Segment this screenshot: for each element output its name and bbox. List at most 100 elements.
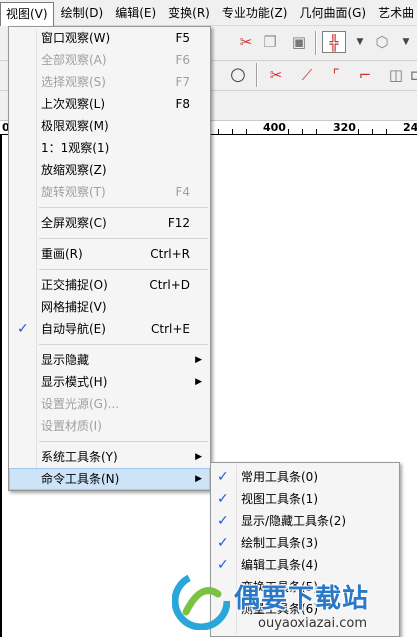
view-menu-item[interactable]: 上次观察(L) F8 — [9, 93, 210, 115]
menu-item-shortcut: F12 — [167, 216, 190, 230]
view-menu-item[interactable]: ✓ 自动导航(E) Ctrl+E — [9, 318, 210, 340]
menubar: 视图(V) 绘制(D) 编辑(E) 变换(R) 专业功能(Z) 几何曲面(G) … — [0, 0, 417, 26]
checkmark-icon: ✓ — [217, 491, 229, 507]
move-icon[interactable]: ╬ — [322, 31, 346, 53]
cut-icon[interactable]: ✂ — [234, 31, 258, 53]
menu-item-label: 自动导航(E) — [41, 322, 106, 336]
menu-item-label: 编辑工具条(4) — [241, 558, 318, 572]
menu-edit[interactable]: 编辑(E) — [110, 2, 161, 24]
toolbar-separator — [256, 63, 258, 87]
menu-item-shortcut: Ctrl+R — [150, 247, 190, 261]
view-menu-item[interactable]: 显示隐藏 ▶ — [9, 349, 210, 371]
menu-separator — [9, 437, 210, 446]
view-menu-item[interactable]: 重画(R) Ctrl+R — [9, 243, 210, 265]
menu-separator — [9, 234, 210, 243]
menu-item-label: 旋转观察(T) — [41, 185, 106, 199]
menu-item-shortcut: F7 — [175, 75, 190, 89]
menu-separator — [9, 203, 210, 212]
checkmark-icon: ✓ — [217, 513, 229, 529]
menu-professional[interactable]: 专业功能(Z) — [217, 2, 293, 24]
command-toolbar-item[interactable]: ✓ 视图工具条(1) — [211, 488, 399, 510]
menu-item-label: 选择观察(S) — [41, 75, 106, 89]
menu-item-label: 1：1观察(1) — [41, 141, 110, 155]
menu-draw[interactable]: 绘制(D) — [56, 2, 109, 24]
menu-item-label: 显示/隐藏工具条(2) — [241, 514, 347, 528]
menu-item-label: 窗口观察(W) — [41, 31, 111, 45]
chevron-down-icon[interactable]: ▼ — [348, 31, 372, 53]
view-menu-item[interactable]: 1：1观察(1) — [9, 137, 210, 159]
ruler-label: 320 — [333, 121, 356, 134]
circle-icon[interactable]: ○ — [226, 64, 250, 86]
menu-item-label: 显示模式(H) — [41, 375, 108, 389]
view-menu-item[interactable]: 设置材质(I) — [9, 415, 210, 437]
menu-art-surface[interactable]: 艺术曲 — [373, 2, 417, 24]
command-toolbar-item[interactable]: ✓ 绘制工具条(3) — [211, 532, 399, 554]
menu-item-label: 绘制工具条(3) — [241, 536, 318, 550]
menu-item-label: 显示隐藏 — [41, 353, 90, 367]
view-menu-item[interactable]: 全部观察(A) F6 — [9, 49, 210, 71]
menu-item-label: 系统工具条(Y) — [41, 450, 118, 464]
submenu-arrow-icon: ▶ — [195, 474, 202, 484]
view-menu-item[interactable]: 显示模式(H) ▶ — [9, 371, 210, 393]
menu-item-shortcut: Ctrl+E — [151, 322, 190, 336]
watermark: 偶要下载站 ouyaoxiazai.com — [172, 572, 417, 637]
menu-item-shortcut: Ctrl+D — [149, 278, 190, 292]
menu-view[interactable]: 视图(V) — [0, 1, 54, 26]
toolbar-separator — [315, 31, 317, 55]
menu-item-label: 设置光源(G)... — [41, 397, 120, 411]
view-menu-item[interactable]: 窗口观察(W) F5 — [9, 27, 210, 49]
watermark-url: ouyaoxiazai.com — [258, 616, 367, 631]
watermark-logo-icon — [172, 572, 230, 630]
menu-item-label: 正交捕捉(O) — [41, 278, 108, 292]
menu-geometry-surface[interactable]: 几何曲面(G) — [294, 2, 371, 24]
trim-icon[interactable]: ✂ — [264, 64, 288, 86]
checkmark-icon: ✓ — [217, 535, 229, 551]
ruler-label: 24 — [403, 121, 417, 134]
extend-icon[interactable]: ⟋ — [295, 64, 319, 86]
view-menu-item[interactable]: 网格捕捉(V) — [9, 296, 210, 318]
menu-item-shortcut: F5 — [175, 31, 190, 45]
chamfer-icon[interactable]: ⌐ — [353, 64, 377, 86]
checkmark-icon: ✓ — [17, 321, 29, 337]
menu-item-label: 全屏观察(C) — [41, 216, 107, 230]
menu-item-label: 网格捕捉(V) — [41, 300, 107, 314]
canvas-left-edge — [0, 135, 2, 637]
chevron-down-icon[interactable]: ▼ — [394, 31, 417, 53]
menu-separator — [9, 265, 210, 274]
watermark-title: 偶要下载站 — [234, 584, 370, 614]
menu-item-label: 命令工具条(N) — [41, 472, 120, 486]
view-menu-item[interactable]: 旋转观察(T) F4 — [9, 181, 210, 203]
view-menu-item[interactable]: 选择观察(S) F7 — [9, 71, 210, 93]
submenu-arrow-icon: ▶ — [195, 377, 202, 387]
command-toolbar-item[interactable]: ✓ 常用工具条(0) — [211, 466, 399, 488]
menu-item-label: 全部观察(A) — [41, 53, 107, 67]
view-menu-item[interactable]: 命令工具条(N) ▶ — [9, 468, 210, 490]
menu-separator — [9, 340, 210, 349]
view-menu-item[interactable]: 系统工具条(Y) ▶ — [9, 446, 210, 468]
menu-item-label: 放缩观察(Z) — [41, 163, 107, 177]
view-menu-item[interactable]: 正交捕捉(O) Ctrl+D — [9, 274, 210, 296]
view-menu-item[interactable]: 极限观察(M) — [9, 115, 210, 137]
menu-item-shortcut: F6 — [175, 53, 190, 67]
paste-icon[interactable]: ▣ — [287, 31, 311, 53]
checkmark-icon: ✓ — [217, 469, 229, 485]
command-toolbar-item[interactable]: ✓ 显示/隐藏工具条(2) — [211, 510, 399, 532]
menu-item-shortcut: F8 — [175, 97, 190, 111]
ruler-label: 400 — [263, 121, 286, 134]
view-menu-item[interactable]: 设置光源(G)... — [9, 393, 210, 415]
submenu-arrow-icon: ▶ — [195, 452, 202, 462]
menu-item-label: 视图工具条(1) — [241, 492, 318, 506]
more-tools-icon[interactable]: ⊏ — [404, 64, 417, 86]
menu-item-label: 极限观察(M) — [41, 119, 109, 133]
menu-item-label: 上次观察(L) — [41, 97, 106, 111]
copy-icon[interactable]: ❐ — [258, 31, 282, 53]
fillet-icon[interactable]: ⌜ — [324, 64, 348, 86]
menu-item-label: 设置材质(I) — [41, 419, 102, 433]
view-menu-item[interactable]: 放缩观察(Z) — [9, 159, 210, 181]
view-menu: 窗口观察(W) F5 全部观察(A) F6 选择观察(S) F7 上次观察(L) F8 极限观察… — [8, 26, 211, 491]
menu-item-label: 常用工具条(0) — [241, 470, 318, 484]
menu-transform[interactable]: 变换(R) — [163, 2, 215, 24]
menu-item-label: 重画(R) — [41, 247, 83, 261]
view-menu-item[interactable]: 全屏观察(C) F12 — [9, 212, 210, 234]
3d-view-icon[interactable]: ⬡ — [370, 31, 394, 53]
